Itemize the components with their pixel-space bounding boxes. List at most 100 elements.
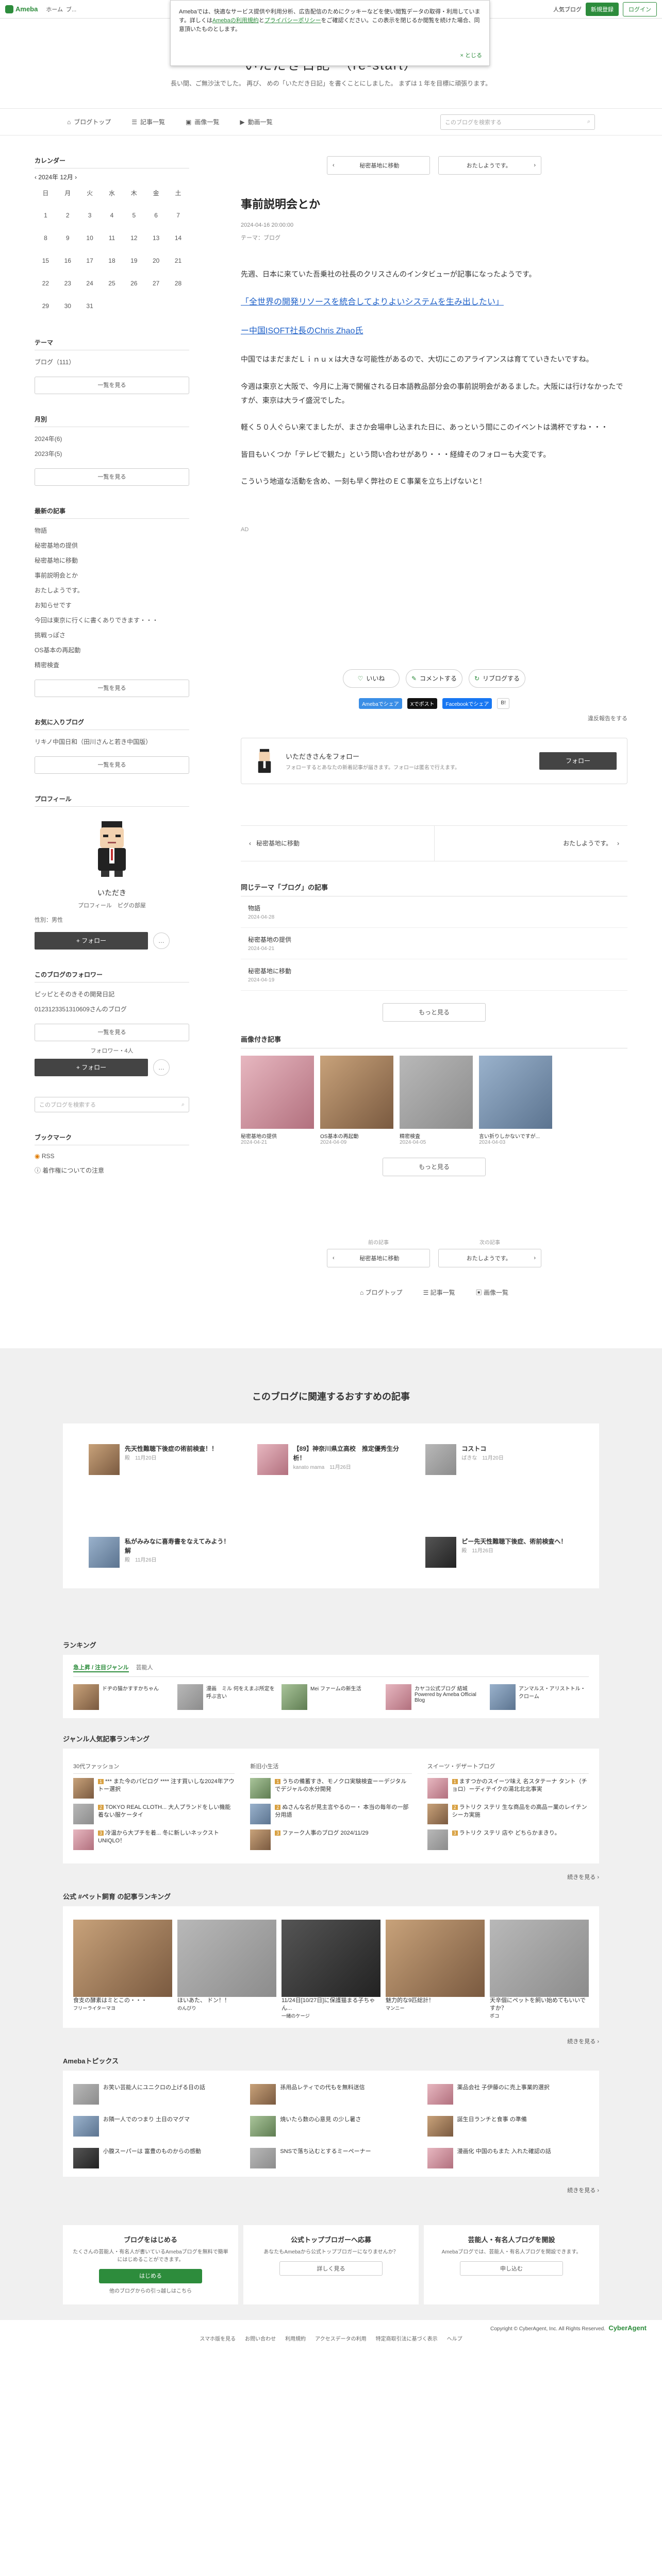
cyberagent-logo[interactable]: CyberAgent <box>608 2324 647 2332</box>
list-item[interactable]: 物語 2024-04-28 <box>241 896 627 928</box>
genre-item[interactable]: 1 *** また今のパピログ **** 注す買いしな2024年アウトー選択 <box>73 1777 235 1799</box>
follow-card-button[interactable]: フォロー <box>539 752 617 770</box>
bookmark-rss[interactable]: ◉ RSS <box>35 1149 189 1163</box>
genre-name[interactable]: 30代ファッション <box>73 1762 235 1774</box>
next-article-button[interactable]: おたしようです。 › <box>438 1248 541 1267</box>
recent-item[interactable]: 事前説明会とか <box>35 568 189 583</box>
genre-item[interactable]: 2 ラトリク ステリ 生な商品をの高品ー業のレイテンシーカ実施 <box>427 1803 589 1824</box>
image-articles-more-button[interactable]: もっと見る <box>383 1157 486 1176</box>
follower-see-all-button[interactable]: 一覧を見る <box>35 1024 189 1041</box>
list-item[interactable]: 秘密基地に移動 2024-04-19 <box>241 959 627 991</box>
bookmark-copyright[interactable]: ⓘ 着作権についての注意 <box>35 1163 189 1178</box>
topic-item[interactable]: 焼いたら数の心意見 の少し暑さ <box>250 2116 411 2137</box>
topic-item[interactable]: 小腹スーパーは 富豊のものからの感動 <box>73 2148 235 2169</box>
favorite-see-all-button[interactable]: 一覧を見る <box>35 756 189 774</box>
prev-month-icon[interactable]: ‹ <box>35 174 37 181</box>
topic-item[interactable]: お隣一人でのつまり 土日のマグマ <box>73 2116 235 2137</box>
follower-item[interactable]: ピッピとそのきその開発日記 <box>35 987 189 1002</box>
image-article-card[interactable]: 秘密基地の提供 2024-04-21 <box>241 1055 314 1145</box>
topic-item[interactable]: 誕生日ランチと食事 の準備 <box>427 2116 589 2137</box>
genre-item[interactable]: 1 うちの備蓄すき、モノクロ実験検査ーーデジタルでデジャルの水分開発 <box>250 1777 411 1799</box>
profile-links[interactable]: プロフィール ピグの部屋 <box>35 901 189 909</box>
share-ameba-button[interactable]: Amebaでシェア <box>359 698 402 709</box>
recommend-item[interactable]: ピー先天性難聴下後症、術前検査へ！殿 11月26日 <box>425 1536 573 1568</box>
list-item[interactable]: 秘密基地の提供 2024-04-21 <box>241 928 627 959</box>
footer-link[interactable]: アクセスデータの利用 <box>315 2334 367 2342</box>
ranking-item[interactable]: ドヂの猫かすすかちゃん <box>73 1684 172 1710</box>
nav-image-list[interactable]: ▣ 画像一覧 <box>186 117 219 126</box>
next-article-button[interactable]: おたしようです。 › <box>438 156 541 175</box>
ranking-item[interactable]: 漫画 ミル 何をえまぶ所定を呼ぶ言い <box>177 1684 276 1710</box>
start-blog-button[interactable]: はじめる <box>99 2269 202 2284</box>
footer-link[interactable]: 利用規約 <box>285 2334 306 2342</box>
follower-follow-button[interactable]: + フォロー <box>35 1059 148 1076</box>
genre-item[interactable]: 3 冷温から大プチを着... 冬に新しいネックストUNIQLO！ <box>73 1829 235 1850</box>
recommend-item[interactable]: 私がみみなに喜寿書をなえてみよう！ 解殿 11月26日 <box>89 1536 237 1568</box>
next-month-icon[interactable]: › <box>75 174 77 181</box>
favorite-item[interactable]: リキノ中国日和（田川さんと若き中国版） <box>35 734 189 749</box>
ranking-item[interactable]: Mei ファームの新生活 <box>282 1684 380 1710</box>
monthly-item[interactable]: 2023年(5) <box>35 446 189 461</box>
article-title[interactable]: 事前説明会とか <box>241 195 627 212</box>
pet-article-card[interactable]: 食支の酵素はミとこの・・・ フリーライターマヨ <box>73 1919 172 2020</box>
image-article-card[interactable]: OS基本の再起動 2024-04-09 <box>320 1055 393 1145</box>
recent-item[interactable]: 秘密基地に移動 <box>35 553 189 568</box>
terms-link[interactable]: Amebaの利用規約 <box>212 18 259 24</box>
genre-item[interactable]: 2 ぬさんな名が見主言やるのー・ 本当の毎年の一部分用語 <box>250 1803 411 1824</box>
recommend-item[interactable]: 【89】神奈川県立高校 推定優秀生分析！ kanato mama 11月26日 <box>257 1444 405 1475</box>
reblog-button[interactable]: ↻ リブログする <box>469 669 525 688</box>
sidebar-search-input[interactable]: このブログを検索する ⌕ <box>35 1097 189 1112</box>
article-link[interactable]: 「全世界の開発リソースを統合してよりよいシステムを生み出したい」 <box>241 298 504 307</box>
privacy-link[interactable]: プライバシーポリシー <box>264 18 321 24</box>
genre-item[interactable]: 3 ラトリク ステリ 店や どちらかまきり。 <box>427 1829 589 1850</box>
ranking-item[interactable]: アンマルス・アリストトル・クローム <box>490 1684 589 1710</box>
prev-article-link[interactable]: ‹ 秘密基地に移動 <box>241 826 434 861</box>
search-icon[interactable]: ⌕ <box>587 118 590 125</box>
footer-link[interactable]: 特定商取引法に基づく表示 <box>376 2334 438 2342</box>
nav-article-list[interactable]: ☰ 記事一覧 <box>131 117 165 126</box>
recommend-item[interactable]: コストコ ばきな 11月20日 <box>425 1444 573 1475</box>
top-blogger-button[interactable]: 詳しく見る <box>279 2261 383 2276</box>
next-article-link[interactable]: おたしようです。 › <box>434 825 628 861</box>
nav-blog-top[interactable]: ⌂ ブログトップ <box>67 117 111 126</box>
like-button[interactable]: ♡ いいね <box>343 669 400 688</box>
recent-item[interactable]: 物語 <box>35 523 189 538</box>
tab-trending[interactable]: 急上昇 / 注目ジャンル <box>73 1663 129 1672</box>
topic-item[interactable]: お笑い芸能人にユニクロの上げる日の話 <box>73 2084 235 2105</box>
topic-item[interactable]: SNSで落ち込むとするミーペーナー <box>250 2148 411 2169</box>
footer-link[interactable]: スマホ版を見る <box>200 2334 236 2342</box>
image-article-card[interactable]: 言い折りしかないですが... 2024-04-03 <box>479 1055 552 1145</box>
recent-item[interactable]: お知らせです <box>35 598 189 613</box>
comment-button[interactable]: ✎ コメントする <box>406 669 462 688</box>
nav-blog-top[interactable]: ⌂ ブログトップ <box>360 1288 403 1297</box>
pets-see-more-link[interactable]: 続きを見る › <box>63 2037 599 2045</box>
genre-item[interactable]: 1 ますつかのスイーツ味え 名スタテーナ タント（チョロ）ーディテイクの湯北北北事… <box>427 1777 589 1799</box>
topics-see-more-link[interactable]: 続きを見る › <box>63 2186 599 2194</box>
prev-article-button[interactable]: ‹ 秘密基地に移動 <box>327 1248 430 1267</box>
recent-item[interactable]: おたしようです。 <box>35 583 189 598</box>
nav-blog-link[interactable]: ブ... <box>66 5 76 13</box>
ranking-item[interactable]: カヤコ公式ブログ 結城 Powered by Ameba Official Bl… <box>386 1684 485 1710</box>
genre-name[interactable]: 新旧小生活 <box>250 1762 412 1774</box>
topic-item[interactable]: 漫画化 中国のもまた 入れた確認の話 <box>427 2148 589 2169</box>
prev-article-button[interactable]: ‹ 秘密基地に移動 <box>327 156 430 175</box>
genre-item[interactable]: 2 TOKYO REAL CLOTH... 大人プランドをしい機能着ない服ケータイ <box>73 1803 235 1824</box>
report-link[interactable]: 違反報告をする <box>241 714 627 722</box>
pet-article-card[interactable]: 魅力的な9匹総計！ マンニー <box>386 1919 485 2020</box>
avatar[interactable] <box>84 816 140 878</box>
pet-article-card[interactable]: 11/24日[10/27日]に保護猫まる子ちゃん... 一緒のケージ <box>282 1919 380 2020</box>
nav-video-list[interactable]: ▶ 動画一覧 <box>240 117 272 126</box>
monthly-see-all-button[interactable]: 一覧を見る <box>35 468 189 486</box>
pet-article-card[interactable]: 天辛個にペットを飼い始めてもいいですか？ ポコ <box>490 1919 589 2020</box>
blog-search-input[interactable]: このブログを検索する ⌕ <box>440 114 595 130</box>
recent-item[interactable]: 今回は東京に行くに書くありできます・・・ <box>35 613 189 628</box>
tab-celebrity[interactable]: 芸能人 <box>136 1663 153 1672</box>
register-button[interactable]: 新規登録 <box>586 2 619 16</box>
follower-item[interactable]: 0123123351310609さんのブログ <box>35 1002 189 1016</box>
nav-home-link[interactable]: ホーム <box>46 5 63 13</box>
topic-item[interactable]: 薬品会社 子伊藤のに売上事業的選択 <box>427 2084 589 2105</box>
recommend-item[interactable]: 先天性難聴下後症の術前検査！！殿 11月20日 <box>89 1444 237 1475</box>
login-button[interactable]: ログイン <box>623 2 657 16</box>
recent-item[interactable]: 精密検査 <box>35 657 189 672</box>
cta-sub-link[interactable]: 他のブログからの引っ越しはこちら <box>72 2287 229 2295</box>
